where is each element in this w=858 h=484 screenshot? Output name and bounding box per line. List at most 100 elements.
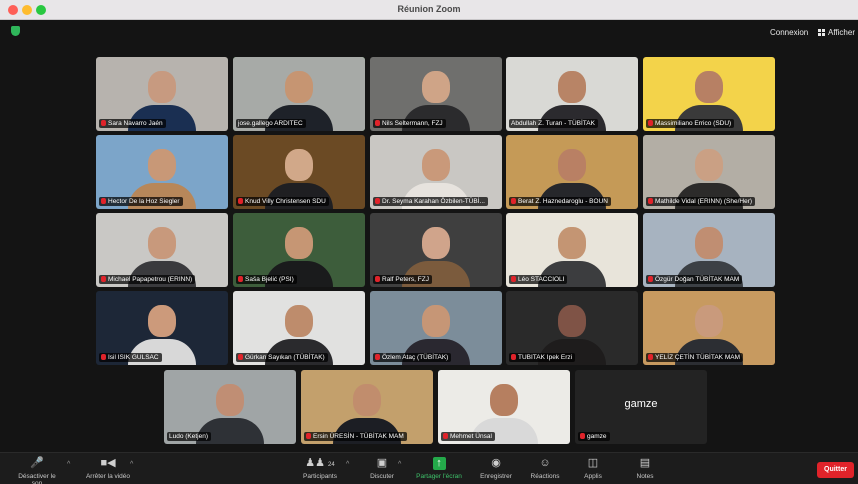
participant-name: Gürkan Sayıkan (TÜBİTAK) [245, 354, 325, 361]
participant-name-label: Massimiliano Errico (SDU) [646, 119, 735, 128]
participant-name: Michael Papapetrou (ERINN) [108, 276, 193, 283]
mute-button[interactable]: 🎤 Désactiver le son [14, 457, 60, 484]
microphone-icon: 🎤 [30, 457, 44, 469]
view-label: Afficher [828, 28, 855, 37]
participant-name: Léo STACCIOLI [518, 276, 565, 283]
participant-video-tile[interactable]: YELİZ ÇETİN TÜBİTAK MAM [643, 291, 775, 365]
apps-button[interactable]: ◫ Applis [580, 457, 606, 480]
stop-video-label: Arrêter la vidéo [85, 473, 131, 480]
participant-video-tile[interactable]: Mehmet Ünsal [438, 370, 570, 444]
participant-video-tile[interactable]: Saša Bjelić (PSI) [233, 213, 365, 287]
video-options-chevron-icon[interactable]: ^ [130, 461, 133, 468]
participant-name: Özgür Doğan TÜBİTAK MAM [655, 276, 740, 283]
participant-name-label: jose.gallego ARDITEC [236, 119, 306, 128]
muted-microphone-icon [511, 354, 516, 360]
participants-label: Participants [303, 473, 337, 480]
participant-face [285, 149, 313, 181]
record-button[interactable]: ◉ Enregistrer [476, 457, 516, 480]
muted-microphone-icon [101, 354, 106, 360]
participant-video-tile[interactable]: Hector De la Hoz Siegler [96, 135, 228, 209]
participant-name-label: Mathilde Vidal (ERINN) (She/Her) [646, 197, 756, 206]
participant-name-label: Nils Seltermann, FZJ [373, 119, 446, 128]
participant-name: Abdullah Z. Turan - TÜBİTAK [511, 120, 595, 127]
participant-video-tile[interactable]: Gürkan Sayıkan (TÜBİTAK) [233, 291, 365, 365]
participant-video-tile[interactable]: Abdullah Z. Turan - TÜBİTAK [506, 57, 638, 131]
meeting-toolbar: 🎤 Désactiver le son ^ ■◀ Arrêter la vidé… [0, 452, 858, 484]
view-button[interactable]: Afficher [818, 28, 855, 37]
participant-name: YELİZ ÇETİN TÜBİTAK MAM [655, 354, 740, 361]
participant-video-tile[interactable]: Isil ISIK GULSAC [96, 291, 228, 365]
chat-icon: ▣ [376, 457, 388, 469]
participant-video-tile[interactable]: TUBITAK Ipek Erzi [506, 291, 638, 365]
participant-video-tile[interactable]: Ralf Peters, FZJ [370, 213, 502, 287]
participant-video-tile[interactable]: gamze gamze [575, 370, 707, 444]
participant-face [695, 305, 723, 337]
muted-microphone-icon [511, 198, 516, 204]
share-screen-label: Partager l'écran [416, 473, 462, 480]
participant-face [422, 149, 450, 181]
shield-icon[interactable] [11, 26, 20, 36]
participant-face [558, 149, 586, 181]
participant-name-label: Özgür Doğan TÜBİTAK MAM [646, 275, 743, 284]
muted-microphone-icon [238, 276, 243, 282]
muted-microphone-icon [101, 120, 106, 126]
participant-video-tile[interactable]: Sara Navarro Jaén [96, 57, 228, 131]
muted-microphone-icon [238, 354, 243, 360]
participant-face [558, 305, 586, 337]
participant-video-tile[interactable]: Massimiliano Errico (SDU) [643, 57, 775, 131]
participant-name: Knud Villy Christensen SDU [245, 198, 326, 205]
chat-chevron-icon[interactable]: ^ [398, 461, 401, 468]
participant-name: jose.gallego ARDITEC [238, 120, 303, 127]
participant-video-tile[interactable]: Mathilde Vidal (ERINN) (She/Her) [643, 135, 775, 209]
participant-video-tile[interactable]: Ersin ÜRESİN - TÜBİTAK MAM [301, 370, 433, 444]
connexion-button[interactable]: Connexion [770, 28, 808, 37]
participant-name-label: Isil ISIK GULSAC [99, 353, 162, 362]
zoom-window: Réunion Zoom Connexion Afficher Sara Nav… [0, 0, 858, 484]
leave-meeting-button[interactable]: Quitter [817, 462, 854, 478]
notes-button[interactable]: ▤ Notes [632, 457, 658, 480]
participant-face [148, 71, 176, 103]
participant-name-label: Léo STACCIOLI [509, 275, 568, 284]
muted-microphone-icon [648, 120, 653, 126]
apps-icon: ◫ [587, 457, 599, 469]
participant-face [285, 305, 313, 337]
participant-face [422, 305, 450, 337]
muted-microphone-icon [238, 198, 243, 204]
participant-name-label: Gürkan Sayıkan (TÜBİTAK) [236, 353, 328, 362]
muted-microphone-icon [511, 276, 516, 282]
participant-name-label: Özlem Ataç (TÜBİTAK) [373, 353, 452, 362]
participant-video-tile[interactable]: Léo STACCIOLI [506, 213, 638, 287]
chat-button[interactable]: ▣ Discuter [366, 457, 398, 480]
participant-name-label: Ludo (Ketjen) [167, 432, 212, 441]
participant-display-name: gamze [624, 398, 658, 410]
participant-name: Mathilde Vidal (ERINN) (She/Her) [655, 198, 753, 205]
participant-name-label: Michael Papapetrou (ERINN) [99, 275, 196, 284]
participant-name-label: Abdullah Z. Turan - TÜBİTAK [509, 119, 598, 128]
stop-video-button[interactable]: ■◀ Arrêter la vidéo [80, 457, 136, 480]
participant-video-tile[interactable]: jose.gallego ARDITEC [233, 57, 365, 131]
participant-video-tile[interactable]: Nils Seltermann, FZJ [370, 57, 502, 131]
participant-video-tile[interactable]: Knud Villy Christensen SDU [233, 135, 365, 209]
participant-face [285, 227, 313, 259]
participant-video-tile[interactable]: Michael Papapetrou (ERINN) [96, 213, 228, 287]
participant-name: TUBITAK Ipek Erzi [518, 354, 573, 361]
reactions-icon: ☺ [539, 457, 551, 469]
muted-microphone-icon [375, 120, 380, 126]
participant-name: Saša Bjelić (PSI) [245, 276, 294, 283]
participant-video-tile[interactable]: Berat Z. Haznedaroglu - BOUN [506, 135, 638, 209]
participant-name-label: Ralf Peters, FZJ [373, 275, 432, 284]
muted-microphone-icon [580, 433, 585, 439]
share-screen-button[interactable]: ↑ Partager l'écran [412, 457, 466, 480]
participant-name: Özlem Ataç (TÜBİTAK) [382, 354, 449, 361]
audio-options-chevron-icon[interactable]: ^ [67, 461, 70, 468]
participants-button[interactable]: ♟♟ 24 Participants [300, 457, 340, 480]
participant-video-tile[interactable]: Ludo (Ketjen) [164, 370, 296, 444]
reactions-button[interactable]: ☺ Réactions [526, 457, 564, 480]
participants-chevron-icon[interactable]: ^ [346, 461, 349, 468]
participant-video-tile[interactable]: Özlem Ataç (TÜBİTAK) [370, 291, 502, 365]
participant-video-tile[interactable]: Dr. Seyma Karahan Özbilen-TÜBİ... [370, 135, 502, 209]
participant-face [353, 384, 381, 416]
participant-name: Ludo (Ketjen) [169, 433, 209, 440]
grid-icon [818, 29, 825, 36]
participant-video-tile[interactable]: Özgür Doğan TÜBİTAK MAM [643, 213, 775, 287]
